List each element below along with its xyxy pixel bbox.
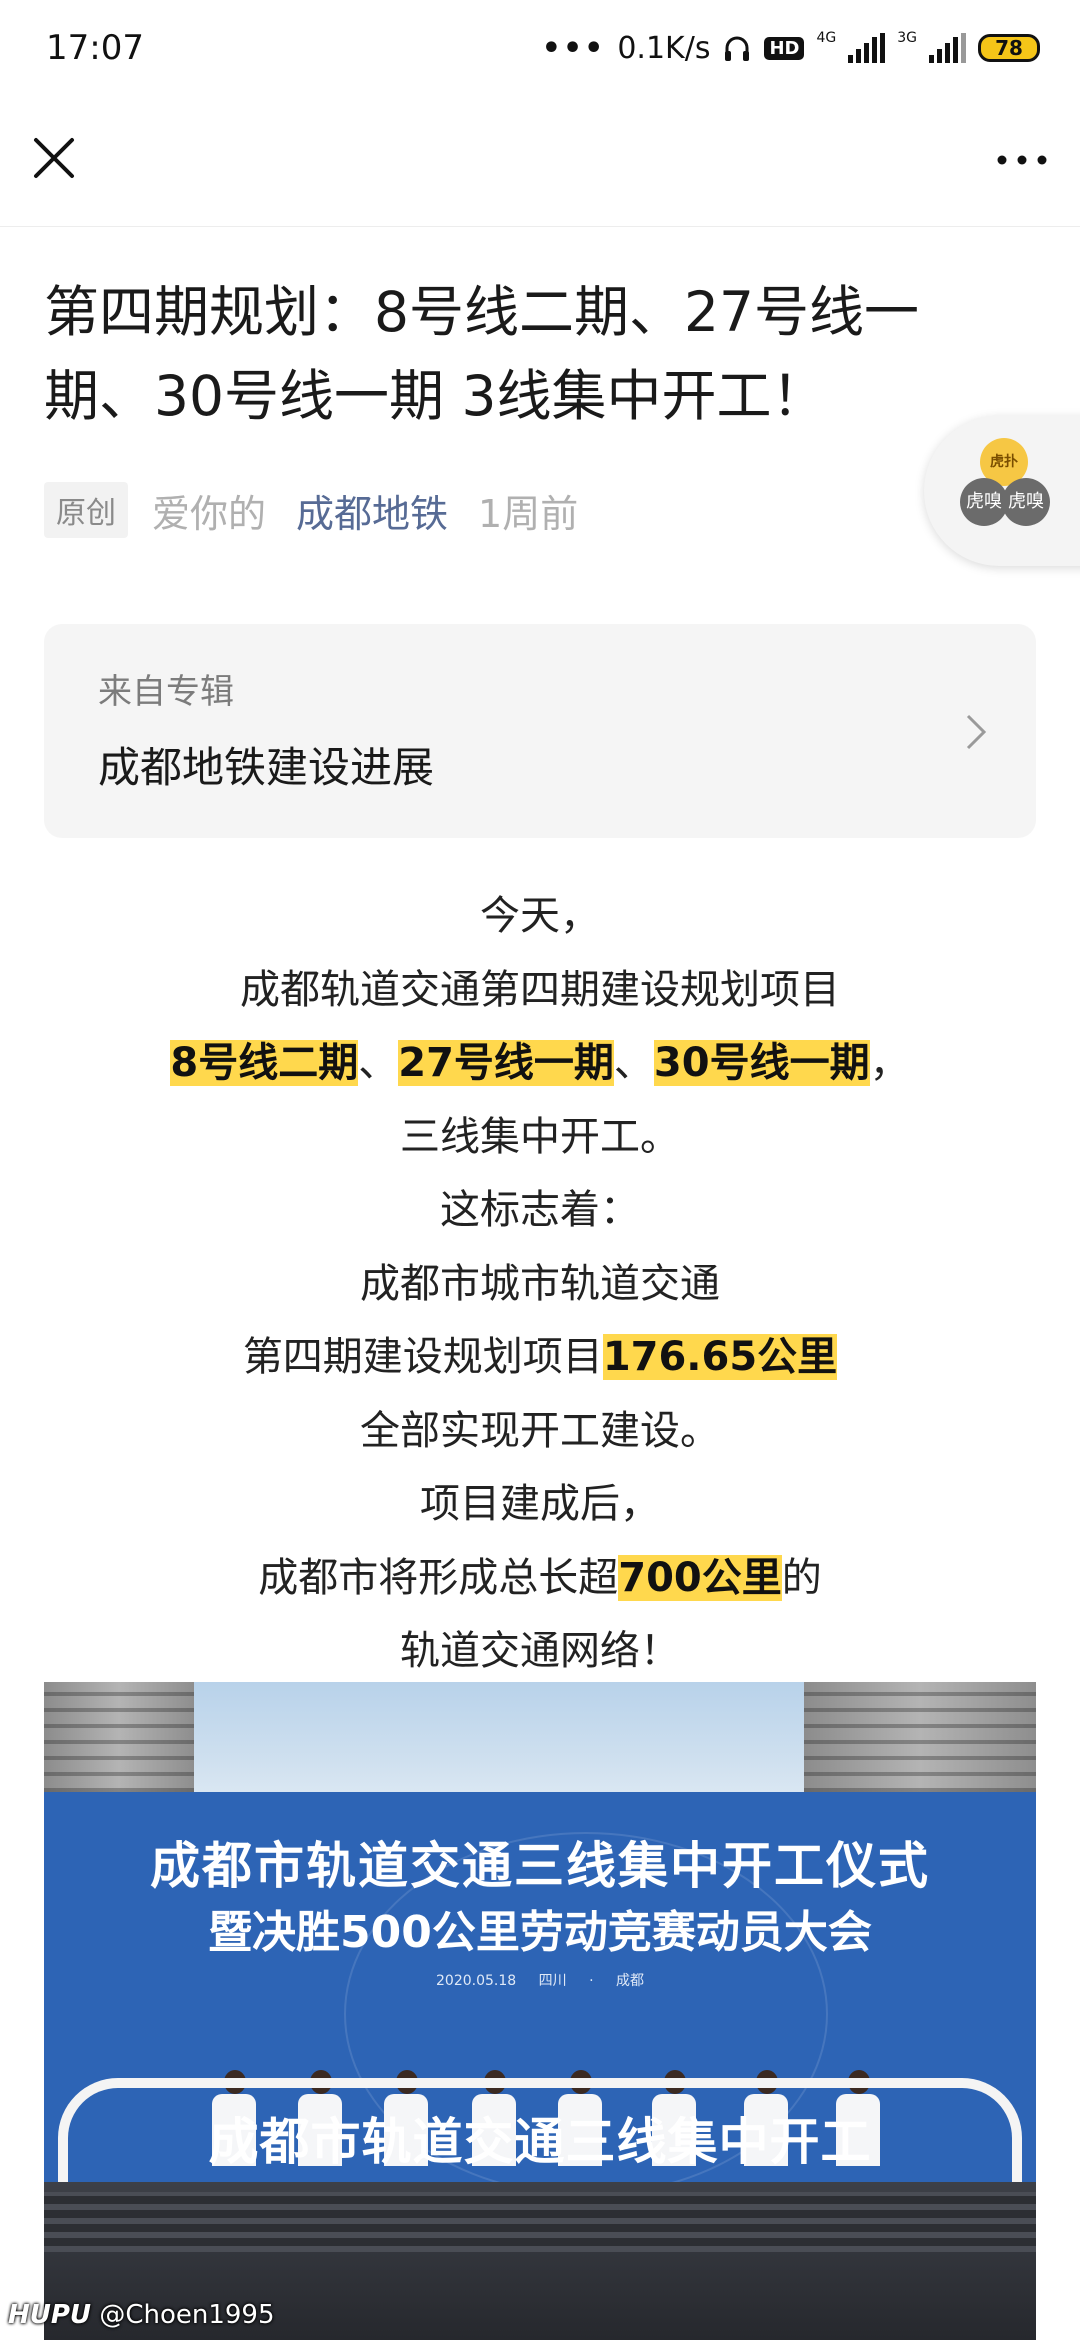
watermark: HUPU @Choen1995 [8, 2300, 275, 2330]
building-left [44, 1682, 194, 1792]
banner-subtitle: 暨决胜500公里劳动竞赛动员大会 [208, 1907, 872, 1958]
banner-date: 2020.05.18 四川 · 成都 [436, 1973, 644, 1989]
status-bar: 17:07 ••• 0.1K/s HD 4G 3G 78 [0, 0, 1080, 100]
album-name: 成都地铁建设进展 [98, 743, 435, 792]
album-card[interactable]: 来自专辑 成都地铁建设进展 [44, 624, 1036, 838]
status-time: 17:07 [46, 28, 144, 68]
network-type-4g: 4G [816, 30, 837, 46]
account-link[interactable]: 成都地铁 [296, 483, 448, 538]
publish-time: 1周前 [478, 491, 579, 536]
hd-icon: HD [764, 36, 805, 60]
signal-icon [929, 33, 966, 63]
body-line: 三线集中开工。 [400, 1113, 680, 1160]
article-title: 第四期规划：8号线二期、27号线一期、30号线一期 3线集中开工！ [44, 280, 919, 428]
watermark-brand: HUPU [8, 2300, 92, 2330]
building-right [804, 1682, 1036, 1792]
signal-icon [848, 33, 886, 63]
body-text: 的 [781, 1554, 822, 1601]
body-line: 成都市将形成总长超700公里的 [0, 1542, 1080, 1616]
author-name: 爱你的 [152, 491, 267, 536]
body-line: 第四期建设规划项目176.65公里 [0, 1321, 1080, 1395]
album-label: 来自专辑 [98, 672, 234, 712]
article-meta: 原创 爱你的 成都地铁 1周前 [44, 482, 578, 538]
separator-text: 、 [613, 1040, 654, 1086]
more-icon[interactable] [992, 138, 1052, 182]
nav-bar [0, 100, 1080, 227]
body-text: 成都市将形成总长超 [258, 1554, 619, 1601]
body-text: 第四期建设规划项目 [242, 1334, 603, 1380]
article-body: 今天， 成都轨道交通第四期建设规划项目 8号线二期、27号线一期、30号线一期，… [0, 880, 1080, 1689]
body-line: 成都市城市轨道交通 [360, 1260, 720, 1307]
floating-badge-icon: 虎嗅 [960, 478, 1008, 526]
network-type-3g: 3G [897, 30, 917, 46]
highlight-text: 30号线一期 [653, 1040, 870, 1086]
highlight-text: 27号线一期 [398, 1040, 614, 1086]
highlight-text: 8号线二期 [170, 1040, 359, 1086]
network-speed: 0.1K/s [617, 30, 711, 66]
separator-text: 、 [358, 1040, 399, 1086]
body-line: 成都轨道交通第四期建设规划项目 [240, 966, 840, 1013]
body-line: 轨道交通网络！ [400, 1628, 680, 1674]
article-photo[interactable]: 成都市轨道交通三线集中开工仪式 暨决胜500公里劳动竞赛动员大会 2020.05… [44, 1682, 1036, 2340]
body-line: 全部实现开工建设。 [360, 1407, 720, 1454]
body-line: 今天， [480, 893, 600, 939]
original-tag: 原创 [44, 482, 128, 538]
headphones-icon [725, 36, 750, 61]
banner-title: 成都市轨道交通三线集中开工仪式 [150, 1837, 930, 1895]
chevron-right-icon [966, 714, 987, 750]
watermark-user: @Choen1995 [99, 2300, 275, 2330]
battery-icon: 78 [978, 34, 1040, 62]
highlight-text: 176.65公里 [602, 1334, 838, 1380]
stage-text: 成都市轨道交通三线集中开工 [208, 2113, 872, 2171]
floating-badge-icon: 虎嗅 [1002, 478, 1050, 526]
more-dots-icon: ••• [541, 30, 606, 66]
close-icon[interactable] [32, 136, 76, 180]
separator-text: ， [869, 1040, 910, 1086]
body-line: 8号线二期、27号线一期、30号线一期， [0, 1027, 1080, 1101]
body-line: 这标志着： [440, 1187, 640, 1233]
status-icons: ••• 0.1K/s HD 4G 3G 78 [542, 26, 1040, 70]
highlight-text: 700公里 [618, 1554, 782, 1601]
floating-widget[interactable]: 虎扑 虎嗅 虎嗅 [924, 416, 1080, 566]
body-line: 项目建成后， [420, 1481, 660, 1527]
